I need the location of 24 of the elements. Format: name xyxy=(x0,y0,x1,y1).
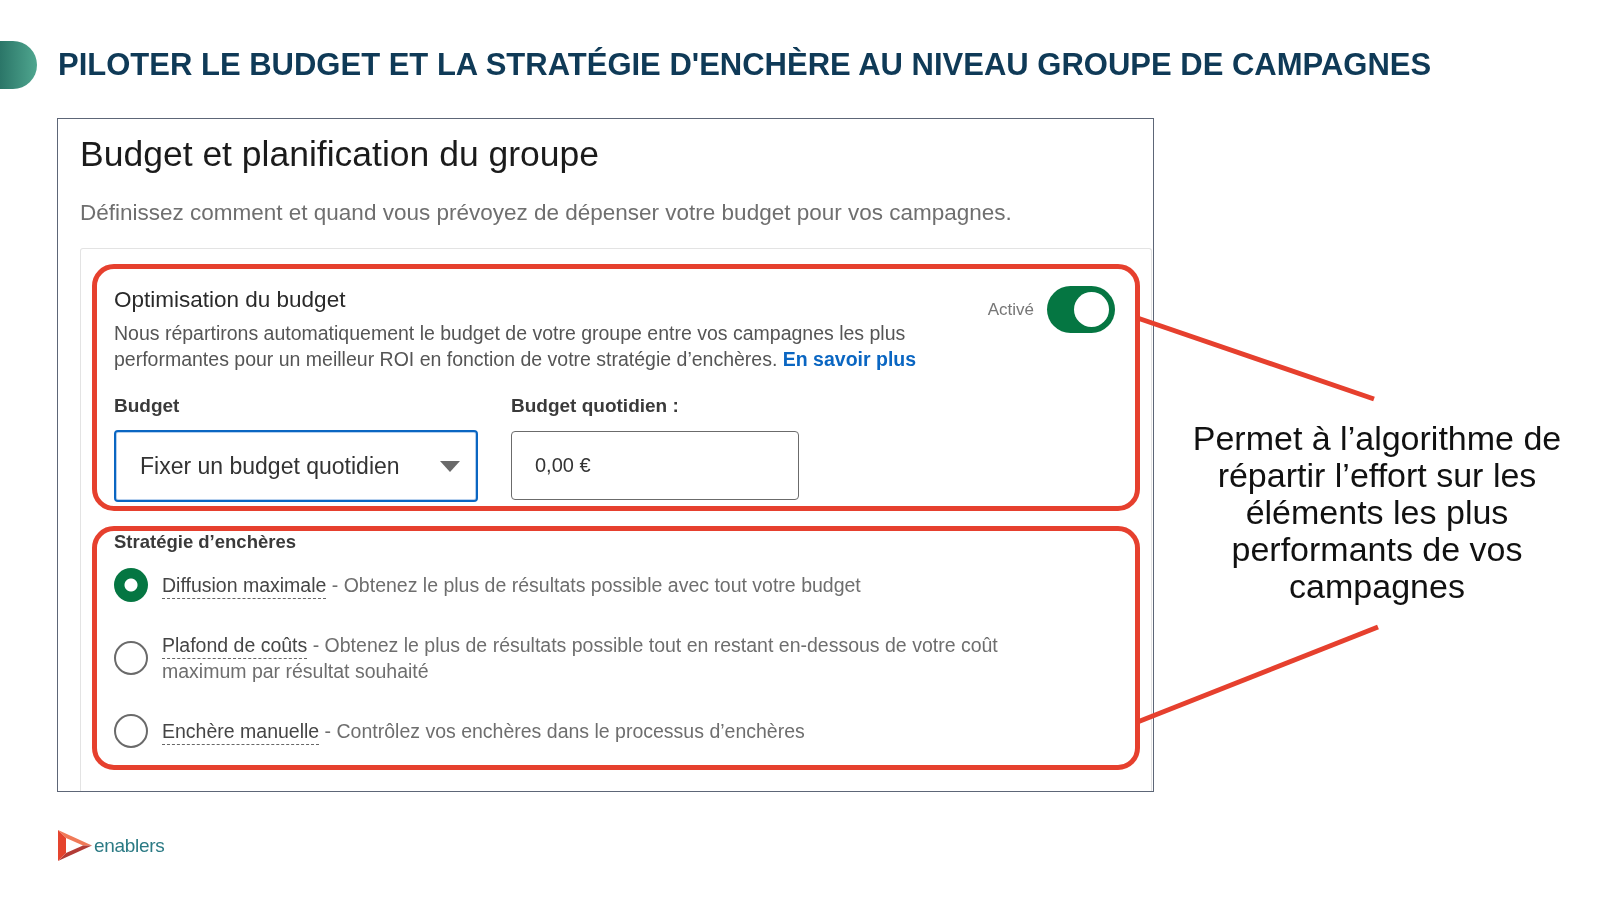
radio-button[interactable] xyxy=(114,714,148,748)
card-subtitle: Définissez comment et quand vous prévoyez de dépenser votre budget pour vos campagnes. xyxy=(80,199,1012,227)
caret-icon xyxy=(440,460,460,472)
option-label: Plafond de coûts - Obtenez le plus de résultats possible tout en restant en-dessous de votre coût maximum par résultat souhaité xyxy=(162,633,999,684)
section-description: Nous répartirons automatiquement le budget de votre groupe entre vos campagnes les plus performantes pour un meilleur ROI en fonction de votre stratégie d’enchères. En savoir plus xyxy=(114,321,918,372)
title-accent xyxy=(0,41,37,89)
radio-button[interactable] xyxy=(114,568,148,602)
logo-icon xyxy=(58,828,92,863)
card-title: Budget et planification du groupe xyxy=(80,134,600,174)
toggle-switch[interactable] xyxy=(1047,286,1115,333)
logo-text: enablers xyxy=(94,834,165,857)
field-label: Budget quotidien : xyxy=(511,395,679,417)
section-title: Optimisation du budget xyxy=(114,287,346,313)
toggle-label: Activé xyxy=(987,299,1034,320)
budget-dropdown[interactable]: Fixer un budget quotidien xyxy=(114,430,478,502)
option-label: Enchère manuelle - Contrôlez vos enchères dans le processus d’enchères xyxy=(162,719,806,744)
slide-title: PILOTER LE BUDGET ET LA STRATÉGIE D'ENCHÈRE AU NIVEAU GROUPE DE CAMPAGNES xyxy=(58,46,1432,84)
annotation-text: Permet à l’algorithme de répartir l’effort sur les éléments les plus performants de vos campagnes xyxy=(1191,420,1563,605)
field-label: Budget xyxy=(114,395,180,417)
learn-more-link[interactable]: En savoir plus xyxy=(782,348,917,370)
strategy-title: Stratégie d’enchères xyxy=(114,531,296,553)
amount-input-field[interactable]: 0,00 € xyxy=(511,431,799,500)
radio-button[interactable] xyxy=(114,641,148,675)
option-label: Diffusion maximale - Obtenez le plus de résultats possible avec tout votre budget xyxy=(162,573,862,598)
